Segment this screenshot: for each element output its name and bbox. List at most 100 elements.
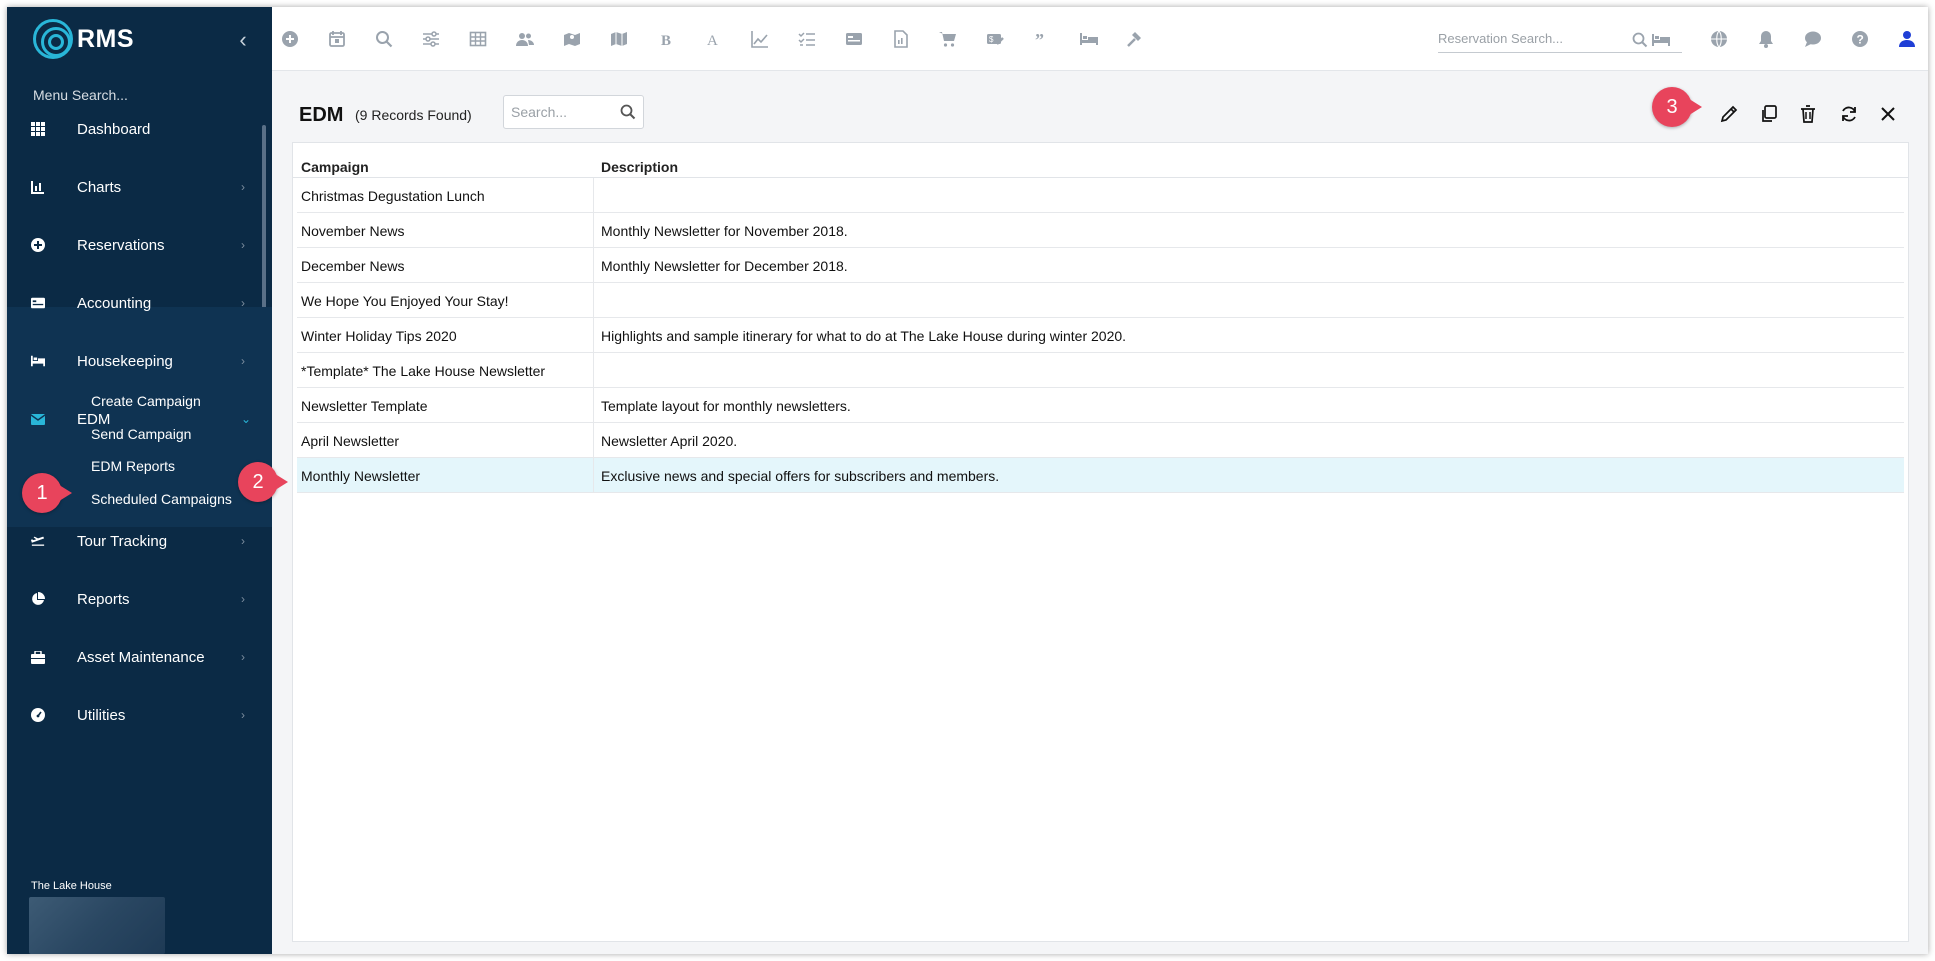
- search-icon[interactable]: [374, 29, 394, 49]
- chat-icon[interactable]: [1803, 29, 1823, 49]
- top-toolbar: B A $ ” Reservation Search... ?: [272, 7, 1928, 71]
- column-header-campaign[interactable]: Campaign: [301, 159, 369, 175]
- add-circle-icon[interactable]: [280, 29, 300, 49]
- help-icon[interactable]: ?: [1850, 29, 1870, 49]
- sub-item-scheduled-campaigns[interactable]: Scheduled Campaigns: [91, 491, 232, 507]
- bed-icon[interactable]: [1652, 32, 1670, 53]
- reservation-search-input[interactable]: [1438, 27, 1628, 46]
- callout-pointer: [1686, 97, 1702, 117]
- document-chart-icon[interactable]: [891, 29, 911, 49]
- table-row[interactable]: Newsletter Template Template layout for …: [297, 388, 1904, 423]
- rms-logo-icon: [33, 19, 73, 59]
- campaign-cell: Monthly Newsletter: [301, 468, 421, 484]
- sliders-icon[interactable]: [421, 29, 441, 49]
- map-pin-icon[interactable]: [562, 29, 582, 49]
- font-icon[interactable]: A: [703, 29, 723, 49]
- users-icon[interactable]: [515, 29, 535, 49]
- pie-icon: [31, 592, 45, 606]
- sidebar-item-label: Charts: [77, 178, 122, 196]
- chevron-right-icon: ›: [241, 238, 245, 252]
- search-icon[interactable]: [620, 104, 636, 120]
- menu-search[interactable]: Menu Search...: [33, 87, 128, 103]
- sidebar-item-reservations[interactable]: Reservations ›: [7, 225, 272, 265]
- bed-toolbar-icon[interactable]: [1079, 29, 1099, 49]
- campaign-cell: Newsletter Template: [301, 398, 428, 414]
- sub-item-create-campaign[interactable]: Create Campaign: [91, 393, 201, 409]
- sidebar-item-label: Tour Tracking: [77, 532, 168, 550]
- app-window: RMS ‹ Menu Search... Dashboard Charts ›: [7, 7, 1928, 954]
- shopping-cart-icon[interactable]: [938, 29, 958, 49]
- bold-icon[interactable]: B: [656, 29, 676, 49]
- id-card-icon[interactable]: [844, 29, 864, 49]
- table-row[interactable]: We Hope You Enjoyed Your Stay!: [297, 283, 1904, 318]
- delete-button[interactable]: [1795, 101, 1821, 127]
- sidebar-item-charts[interactable]: Charts ›: [7, 167, 272, 207]
- cell-divider: [593, 353, 594, 388]
- campaign-cell: November News: [301, 223, 405, 239]
- sidebar-item-utilities[interactable]: Utilities ›: [7, 695, 272, 735]
- cell-divider: [593, 213, 594, 248]
- sidebar-item-dashboard[interactable]: Dashboard: [7, 109, 272, 149]
- sub-item-send-campaign[interactable]: Send Campaign: [91, 426, 191, 442]
- column-header-description[interactable]: Description: [601, 159, 678, 175]
- grid-search[interactable]: [503, 95, 644, 129]
- edit-button[interactable]: [1716, 101, 1742, 127]
- copy-button[interactable]: [1756, 101, 1782, 127]
- calendar-icon[interactable]: [327, 29, 347, 49]
- chevron-right-icon: ›: [241, 354, 245, 368]
- checklist-icon[interactable]: [797, 29, 817, 49]
- rms-logo[interactable]: RMS: [33, 19, 134, 59]
- dashboard-grid-icon: [31, 122, 45, 136]
- svg-text:?: ?: [1857, 33, 1864, 47]
- sidebar-item-reports[interactable]: Reports ›: [7, 579, 272, 619]
- campaign-cell: We Hope You Enjoyed Your Stay!: [301, 293, 509, 309]
- sidebar-item-label: Dashboard: [77, 120, 151, 138]
- map-icon[interactable]: [609, 29, 629, 49]
- table-row[interactable]: Winter Holiday Tips 2020 Highlights and …: [297, 318, 1904, 353]
- cell-divider: [593, 458, 594, 493]
- campaign-cell: *Template* The Lake House Newsletter: [301, 363, 546, 379]
- search-icon[interactable]: [1632, 32, 1648, 53]
- grid-search-input[interactable]: [511, 104, 611, 120]
- quote-icon[interactable]: ”: [1032, 29, 1052, 49]
- chevron-left-icon[interactable]: ‹: [233, 29, 253, 51]
- table-grid-icon[interactable]: [468, 29, 488, 49]
- reservation-search[interactable]: [1438, 27, 1682, 53]
- table-row[interactable]: April Newsletter Newsletter April 2020.: [297, 423, 1904, 458]
- gavel-icon[interactable]: [1126, 29, 1146, 49]
- cell-divider: [593, 423, 594, 458]
- table-row[interactable]: *Template* The Lake House Newsletter: [297, 353, 1904, 388]
- sidebar-item-accounting[interactable]: Accounting ›: [7, 283, 272, 323]
- callout-2: 2: [238, 462, 288, 502]
- campaign-grid: Campaign Description Christmas Degustati…: [292, 142, 1909, 942]
- property-name: The Lake House: [31, 880, 112, 892]
- envelope-icon: [31, 412, 45, 426]
- pricing-edit-icon[interactable]: $: [985, 29, 1005, 49]
- table-row[interactable]: November News Monthly Newsletter for Nov…: [297, 213, 1904, 248]
- table-row[interactable]: December News Monthly Newsletter for Dec…: [297, 248, 1904, 283]
- sidebar-item-label: Reports: [77, 590, 130, 608]
- bell-icon[interactable]: [1756, 29, 1776, 49]
- chevron-right-icon: ›: [241, 534, 245, 548]
- svg-text:B: B: [661, 33, 671, 48]
- line-chart-icon[interactable]: [750, 29, 770, 49]
- chevron-right-icon: ›: [241, 708, 245, 722]
- refresh-icon: [1842, 106, 1856, 122]
- chevron-right-icon: ›: [241, 650, 245, 664]
- sidebar-item-label: Accounting: [77, 294, 152, 312]
- description-cell: Newsletter April 2020.: [601, 433, 738, 449]
- record-count: (9 Records Found): [355, 107, 472, 123]
- refresh-button[interactable]: [1836, 101, 1862, 127]
- sidebar-item-label: EDM: [77, 410, 111, 428]
- chevron-right-icon: ›: [241, 592, 245, 606]
- table-row[interactable]: Christmas Degustation Lunch: [297, 178, 1904, 213]
- user-icon[interactable]: [1897, 29, 1917, 49]
- property-image[interactable]: [29, 897, 165, 954]
- sidebar-item-housekeeping[interactable]: Housekeeping ›: [7, 341, 272, 381]
- globe-icon[interactable]: [1709, 29, 1729, 49]
- sidebar-item-tour-tracking[interactable]: Tour Tracking ›: [7, 521, 272, 561]
- close-button[interactable]: [1875, 101, 1901, 127]
- sidebar-item-asset-maintenance[interactable]: Asset Maintenance ›: [7, 637, 272, 677]
- sub-item-edm-reports[interactable]: EDM Reports: [91, 458, 175, 474]
- table-row-selected[interactable]: Monthly Newsletter Exclusive news and sp…: [297, 458, 1904, 493]
